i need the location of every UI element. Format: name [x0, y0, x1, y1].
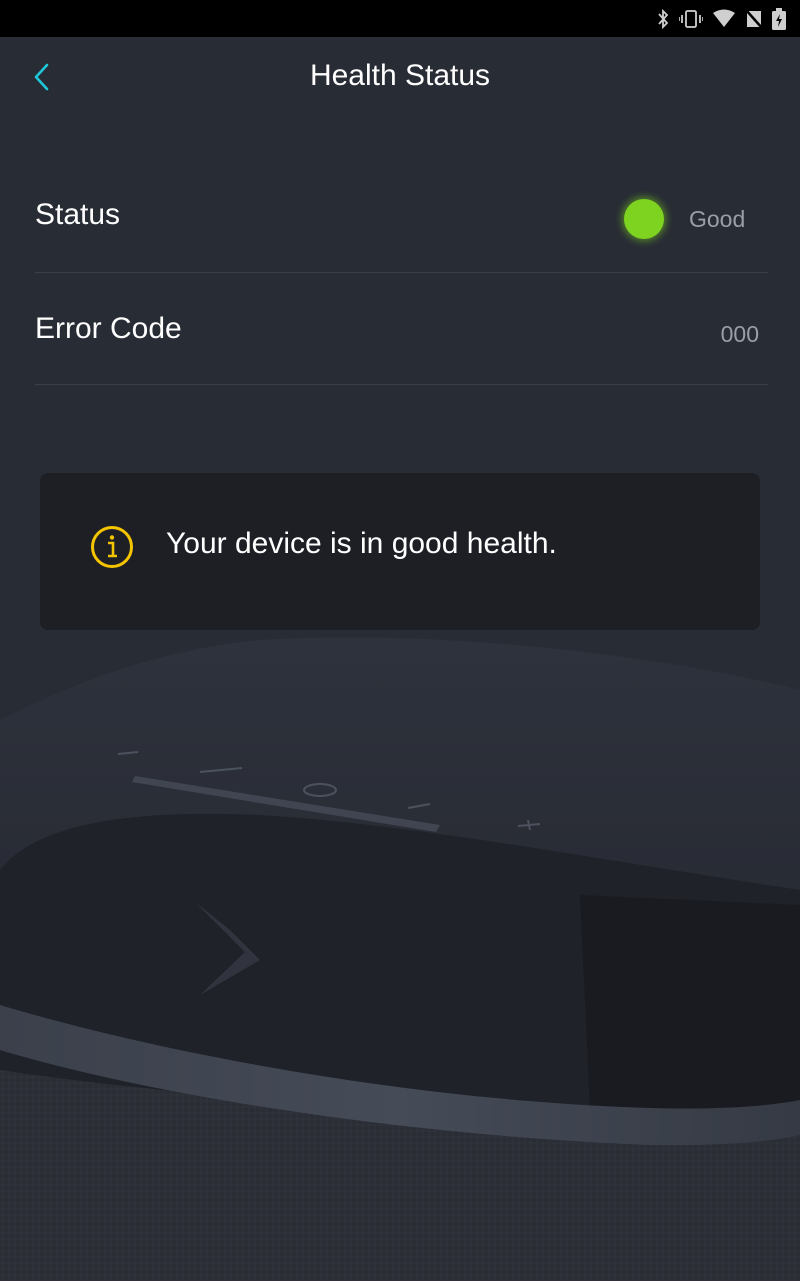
app-header: Health Status — [0, 37, 800, 117]
no-sim-icon — [745, 9, 763, 29]
info-icon — [90, 525, 134, 569]
status-value: Good — [689, 206, 746, 232]
bluetooth-icon — [656, 9, 670, 29]
device-illustration — [0, 637, 800, 1281]
system-status-bar — [0, 0, 800, 37]
battery-charging-icon — [772, 8, 786, 30]
error-code-row: Error Code 000 — [35, 272, 768, 385]
error-code-value: 000 — [720, 321, 759, 347]
health-info-card: Your device is in good health. — [40, 473, 760, 630]
status-row: Status Good — [35, 160, 768, 273]
wifi-icon — [712, 9, 736, 29]
vibrate-icon — [679, 9, 703, 29]
health-message: Your device is in good health. — [166, 527, 557, 560]
page-title: Health Status — [309, 59, 491, 92]
status-label: Status — [35, 198, 121, 231]
status-indicator-dot — [624, 199, 664, 239]
error-code-label: Error Code — [35, 312, 182, 345]
